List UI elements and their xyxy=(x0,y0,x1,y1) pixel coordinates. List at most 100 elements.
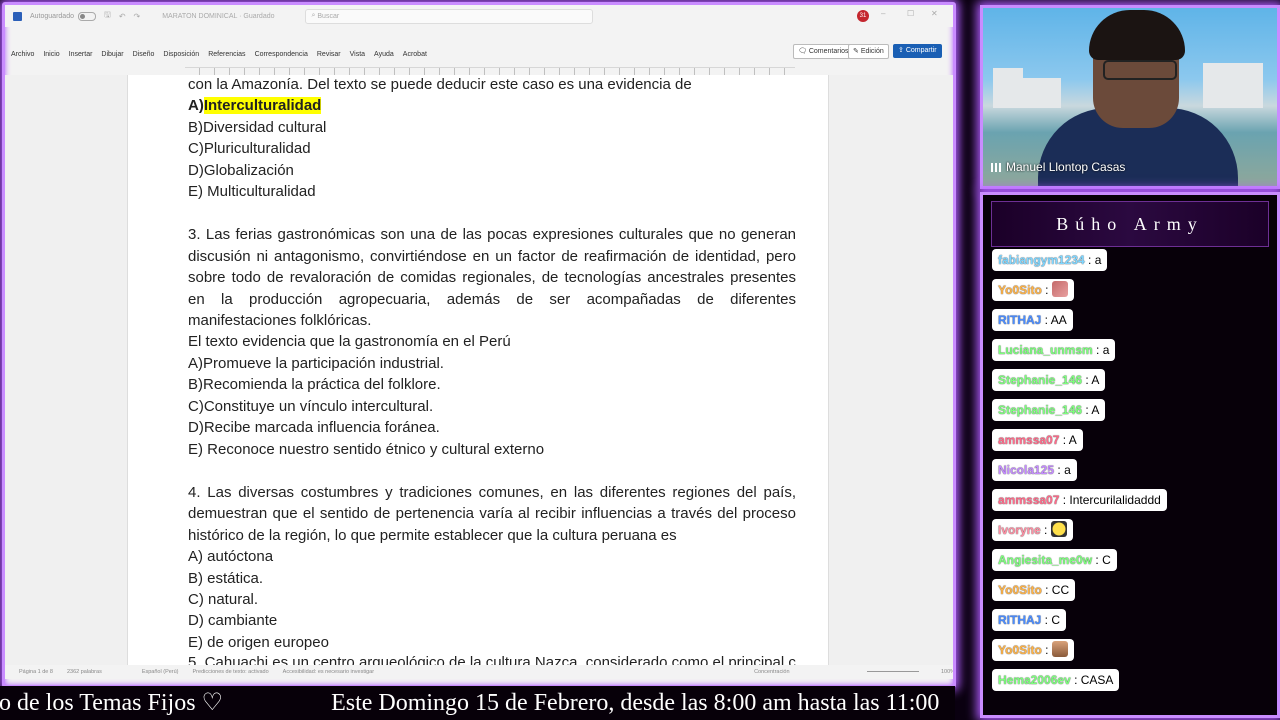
chat-message: ammssa07 : A xyxy=(992,429,1083,451)
chat-username[interactable]: Stephanie_146 xyxy=(998,403,1082,417)
document-page[interactable]: con la Amazonía. Del texto se puede dedu… xyxy=(127,75,829,671)
chat-username[interactable]: RITHAJ xyxy=(998,313,1041,327)
word-count[interactable]: 2362 palabras xyxy=(67,669,102,675)
menu-ayuda[interactable]: Ayuda xyxy=(374,51,394,58)
option-letter: E) xyxy=(188,633,203,651)
q3-option-c: C)Constituye un vínculo intercultural. xyxy=(188,396,796,417)
question-4-text: 4. Las diversas costumbres y tradiciones… xyxy=(188,483,796,544)
comments-button[interactable]: 🗨 Comentarios xyxy=(793,44,854,59)
language-status[interactable]: Español (Perú) xyxy=(142,669,179,675)
status-bar: Página 1 de 8 2362 palabras Español (Per… xyxy=(5,665,953,679)
chat-username[interactable]: Ivoryne xyxy=(998,523,1041,537)
word-window: Autoguardado 🖫 ↶ ↷ MARATON DOMINICAL · G… xyxy=(2,2,956,688)
zoom-level[interactable]: 100% xyxy=(941,669,953,675)
chat-message-row: Ivoryne : xyxy=(992,519,1167,549)
autosave-toggle[interactable] xyxy=(77,11,96,21)
chat-username[interactable]: Hema2006ev xyxy=(998,673,1071,687)
menu-correspondencia[interactable]: Correspondencia xyxy=(255,51,308,58)
chat-message-row: Yo0Sito : CC xyxy=(992,579,1167,609)
chat-text: CASA xyxy=(1080,673,1114,687)
q2-option-a: A)Interculturalidad xyxy=(188,95,796,116)
menu-revisar[interactable]: Revisar xyxy=(317,51,341,58)
save-icon[interactable]: 🖫 xyxy=(104,9,111,23)
menu-vista[interactable]: Vista xyxy=(350,51,365,58)
menu-inicio[interactable]: Inicio xyxy=(43,51,59,58)
chat-username[interactable]: Angiesita_me0w xyxy=(998,553,1092,567)
document-name[interactable]: MARATON DOMINICAL · Guardado xyxy=(162,13,274,20)
minimize-icon[interactable]: – xyxy=(881,9,885,18)
menu-referencias[interactable]: Referencias xyxy=(208,51,245,58)
chat-message-row: ammssa07 : A xyxy=(992,429,1167,459)
chat-username[interactable]: Nicola125 xyxy=(998,463,1054,477)
q4-option-b: B) estática. xyxy=(188,568,796,589)
predictions-status[interactable]: Predicciones de texto: activado xyxy=(193,669,269,675)
chat-username[interactable]: ammssa07 xyxy=(998,493,1059,507)
chat-message: fabiangym1234 : a xyxy=(992,249,1108,271)
maximize-icon[interactable]: ☐ xyxy=(907,9,914,18)
option-letter: E) xyxy=(188,183,203,201)
chat-text: A xyxy=(1091,373,1100,387)
q2-option-c: C)Pluriculturalidad xyxy=(188,138,796,159)
menu-archivo[interactable]: Archivo xyxy=(11,51,34,58)
menu-insertar[interactable]: Insertar xyxy=(69,51,93,58)
editing-button[interactable]: ✎ Edición xyxy=(848,44,889,59)
chat-message-row: Nicola125 : a xyxy=(992,459,1167,489)
participant-name: Manuel Llontop Casas xyxy=(991,160,1125,174)
option-text: Multiculturalidad xyxy=(207,183,316,201)
option-letter: A) xyxy=(188,97,204,115)
menu-acrobat[interactable]: Acrobat xyxy=(403,51,427,58)
chat-username[interactable]: RITHAJ xyxy=(998,613,1041,627)
option-letter: D) xyxy=(188,419,204,437)
menu-dibujar[interactable]: Dibujar xyxy=(101,51,123,58)
chat-text: a xyxy=(1094,253,1102,267)
undo-icon[interactable]: ↶ xyxy=(119,12,126,21)
redo-icon[interactable]: ↷ xyxy=(134,12,141,21)
option-text: autóctona xyxy=(207,548,274,566)
editing-label: Edición xyxy=(860,48,884,55)
document-area: con la Amazonía. Del texto se puede dedu… xyxy=(5,75,953,671)
option-letter: A) xyxy=(188,548,203,566)
emote-icon xyxy=(1051,641,1068,657)
chat-message-row: Angiesita_me0w : C xyxy=(992,549,1167,579)
page-count[interactable]: Página 1 de 8 xyxy=(19,669,53,675)
ticker-text: o de los Temas Fijos ♡ Este Domingo 15 de… xyxy=(0,688,939,717)
accessibility-status[interactable]: Accesibilidad: es necesario investigar xyxy=(283,669,374,675)
webcam-feed: Manuel Llontop Casas xyxy=(980,5,1280,189)
pencil-icon: ✎ xyxy=(853,48,861,55)
option-text: Promueve la participación industrial. xyxy=(203,354,444,372)
option-text: natural. xyxy=(208,590,259,608)
chat-message: Angiesita_me0w : C xyxy=(992,549,1117,571)
chat-username[interactable]: Luciana_unmsm xyxy=(998,343,1093,357)
scrolling-ticker: o de los Temas Fijos ♡ Este Domingo 15 de… xyxy=(0,686,955,720)
chat-username[interactable]: fabiangym1234 xyxy=(998,253,1085,267)
q4-option-e: E) de origen europeo xyxy=(188,632,796,653)
q3-option-a: A)Promueve la participación industrial. xyxy=(188,353,796,374)
q2-option-b: B)Diversidad cultural xyxy=(188,117,796,138)
chat-username[interactable]: Yo0Sito xyxy=(998,583,1042,597)
search-input[interactable]: ⌕ Buscar xyxy=(304,8,593,24)
chat-username[interactable]: Yo0Sito xyxy=(998,643,1042,657)
chat-message: RITHAJ : C xyxy=(992,609,1067,631)
chat-username[interactable]: Stephanie_146 xyxy=(998,373,1082,387)
option-letter: B) xyxy=(188,118,203,136)
share-button[interactable]: ⇪ Compartir xyxy=(893,44,942,58)
chat-username[interactable]: Yo0Sito xyxy=(998,283,1042,297)
chat-message-row: RITHAJ : AA xyxy=(992,309,1167,339)
option-letter: D) xyxy=(188,612,204,630)
q2-option-e: E) Multiculturalidad xyxy=(188,181,796,202)
emote-icon xyxy=(1051,281,1068,297)
menu-diseno[interactable]: Diseño xyxy=(133,51,155,58)
title-bar: Autoguardado 🖫 ↶ ↷ MARATON DOMINICAL · G… xyxy=(5,5,953,27)
option-highlighted: Interculturalidad xyxy=(203,97,322,115)
chat-message-row: Stephanie_146 : A xyxy=(992,399,1167,429)
zoom-slider[interactable] xyxy=(867,671,919,672)
avatar[interactable]: 31 xyxy=(857,10,869,22)
chat-username[interactable]: ammssa07 xyxy=(998,433,1059,447)
chat-message-row: Yo0Sito : xyxy=(992,639,1167,669)
menu-disposicion[interactable]: Disposición xyxy=(163,51,199,58)
focus-mode[interactable]: Concentración xyxy=(754,669,789,675)
q4-option-d: D) cambiante xyxy=(188,610,796,631)
q3-option-b: B)Recomienda la práctica del folklore. xyxy=(188,374,796,395)
option-text: Constituye un vínculo intercultural. xyxy=(203,397,434,415)
close-icon[interactable]: ✕ xyxy=(931,9,938,18)
